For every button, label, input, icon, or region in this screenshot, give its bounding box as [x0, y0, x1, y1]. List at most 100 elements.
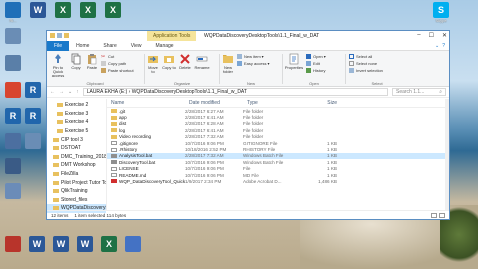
rename-icon	[196, 56, 208, 62]
tab-manage[interactable]: Manage	[149, 41, 181, 51]
search-icon: ⌕	[439, 89, 442, 95]
recent-locations-icon[interactable]: ⌄	[68, 89, 72, 95]
cut-button[interactable]: ✂ Cut	[101, 54, 114, 60]
nav-item[interactable]: DMT Workshop	[47, 161, 106, 170]
desktop-icon-ie[interactable]: Ri...	[2, 2, 24, 23]
desktop-icon-skype[interactable]: S Skype	[430, 2, 452, 23]
desktop-icon-5[interactable]	[2, 183, 24, 200]
tab-home[interactable]: Home	[69, 41, 96, 51]
pin-to-quick-access-button[interactable]: Pin to Quick access	[49, 53, 67, 78]
delete-button[interactable]: Delete	[178, 53, 192, 70]
minimize-icon[interactable]: –	[417, 32, 420, 39]
tab-view[interactable]: View	[124, 41, 149, 51]
desktop-icon-r-2[interactable]: R	[22, 82, 44, 99]
new-item-button[interactable]: New item ▾	[237, 54, 264, 59]
desktop-icon-4[interactable]	[2, 158, 24, 175]
nav-item[interactable]: Exercise 4	[47, 118, 106, 127]
column-header-type[interactable]: Type	[243, 100, 307, 106]
properties-button[interactable]: Properties	[284, 53, 304, 70]
nav-item[interactable]: DSTOAT	[47, 144, 106, 153]
desktop-icon-1[interactable]	[2, 28, 24, 45]
desktop-icon-excel-3[interactable]: X	[102, 2, 124, 19]
tab-file[interactable]: File	[47, 40, 70, 51]
tab-share[interactable]: Share	[96, 41, 123, 51]
easy-access-button[interactable]: Easy access ▾	[237, 61, 269, 66]
edit-button[interactable]: Edit	[306, 61, 320, 66]
nav-item[interactable]: Pilot Project Tutor Tools	[47, 178, 106, 187]
nav-item[interactable]: FileZilla	[47, 170, 106, 179]
desktop-icon-bottom-word-1[interactable]: W	[26, 236, 48, 253]
help-icon[interactable]: ?	[442, 43, 445, 49]
folder-icon	[53, 197, 59, 202]
new-folder-label: New folder	[222, 65, 233, 74]
up-icon[interactable]: ↑	[76, 89, 79, 95]
close-icon[interactable]: ✕	[442, 32, 447, 39]
nav-item[interactable]: CIP tool 3	[47, 135, 106, 144]
paste-button[interactable]: Paste	[85, 53, 99, 70]
large-icons-view-icon[interactable]	[439, 212, 445, 218]
copy-to-button[interactable]: Copy to	[162, 53, 176, 70]
nav-item[interactable]: Exercise 2	[47, 101, 106, 110]
desktop-icon-bottom-word-2[interactable]: W	[50, 236, 72, 253]
desktop-icon-r-3[interactable]: R	[22, 108, 44, 125]
ribbon-tabs: File Home Share View Manage ⌄ ?	[47, 40, 449, 51]
desktop-icon-bottom-2[interactable]	[122, 236, 144, 253]
nav-item[interactable]: QlikTraining	[47, 187, 106, 196]
new-folder-quick-icon[interactable]	[64, 33, 69, 38]
window-title: WQPDataDiscoveryDesktopTools\1.1_Final_w…	[204, 33, 320, 39]
open-button[interactable]: Open ▾	[306, 54, 326, 59]
file-name-cell: AnalysisTool.bat	[107, 153, 185, 158]
move-to-label: Move to	[148, 65, 158, 74]
navigation-buttons: ← → ⌄ ↑	[50, 89, 79, 95]
desktop-icon-excel-2[interactable]: X	[77, 2, 99, 19]
file-type: RHISTORY File	[243, 147, 276, 153]
chevron-down-icon[interactable]: ⌄	[435, 43, 439, 49]
select-none-button[interactable]: Select none	[349, 61, 377, 66]
nav-item[interactable]: DMC_Training_2018	[47, 153, 106, 162]
properties-quick-icon[interactable]	[57, 33, 62, 38]
desktop-icon-excel-1[interactable]: X	[52, 2, 74, 19]
file-size: 1,486 KB	[318, 178, 337, 184]
select-all-button[interactable]: Select all	[349, 54, 372, 59]
maximize-icon[interactable]: ☐	[429, 32, 434, 39]
desktop-icon-3[interactable]	[2, 133, 24, 150]
back-icon[interactable]: ←	[50, 89, 55, 95]
batch-file-icon	[111, 160, 117, 165]
nav-item[interactable]: Stored_files	[47, 196, 106, 205]
column-header-date-modified[interactable]: Date modified	[185, 100, 243, 106]
invert-selection-button[interactable]: Invert selection	[349, 68, 383, 73]
paste-shortcut-button[interactable]: Paste shortcut	[101, 68, 134, 73]
folder-icon	[57, 129, 63, 134]
desktop-icon-bottom-1[interactable]	[2, 236, 24, 253]
file-row[interactable]: WQP_DataDiscoveryTool_QuickStartGuid...1…	[107, 178, 449, 184]
rename-button[interactable]: Rename	[194, 53, 210, 70]
column-header-size[interactable]: Size	[307, 100, 337, 106]
explorer-body: Exercise 2 Exercise 3 Exercise 4 Exercise 5…	[47, 99, 449, 213]
desktop-icon-ie-glyph	[5, 2, 21, 18]
file-type: Adobe Acrobat D...	[243, 178, 282, 184]
copy-path-button[interactable]: Copy path	[101, 61, 126, 66]
search-input[interactable]: Search 1.1... ⌕	[392, 88, 446, 96]
address-bar[interactable]: LAURA EKHA (E:) › WQPDataDiscoveryDeskto…	[82, 88, 388, 96]
file-name: AnalysisTool.bat	[119, 153, 153, 159]
forward-icon[interactable]: →	[59, 89, 64, 95]
desktop-icon-6[interactable]	[22, 133, 44, 150]
desktop-icon-bottom-word-2-glyph: W	[53, 236, 69, 252]
desktop-icon-word-1[interactable]: W	[27, 2, 49, 19]
vertical-scrollbar[interactable]	[445, 99, 449, 210]
desktop-icon-2[interactable]	[2, 55, 24, 72]
desktop-icon-bottom-word-3[interactable]: W	[74, 236, 96, 253]
new-folder-button[interactable]: New folder	[221, 53, 235, 74]
desktop-icon-bottom-excel[interactable]: X	[98, 236, 120, 253]
history-button[interactable]: History	[306, 68, 325, 73]
select-all-label: Select all	[356, 54, 373, 59]
column-header-name[interactable]: Name	[107, 100, 185, 106]
desktop-icon-r-1[interactable]: R	[2, 108, 24, 125]
file-name-cell: DiscoveryTool.bat	[107, 160, 185, 165]
desktop-icon-chrome[interactable]	[2, 82, 24, 99]
nav-item[interactable]: Exercise 3	[47, 110, 106, 119]
copy-button[interactable]: Copy	[69, 53, 83, 70]
move-to-button[interactable]: Move to	[146, 53, 160, 74]
nav-item[interactable]: Exercise 5	[47, 127, 106, 136]
details-view-icon[interactable]	[431, 212, 437, 218]
